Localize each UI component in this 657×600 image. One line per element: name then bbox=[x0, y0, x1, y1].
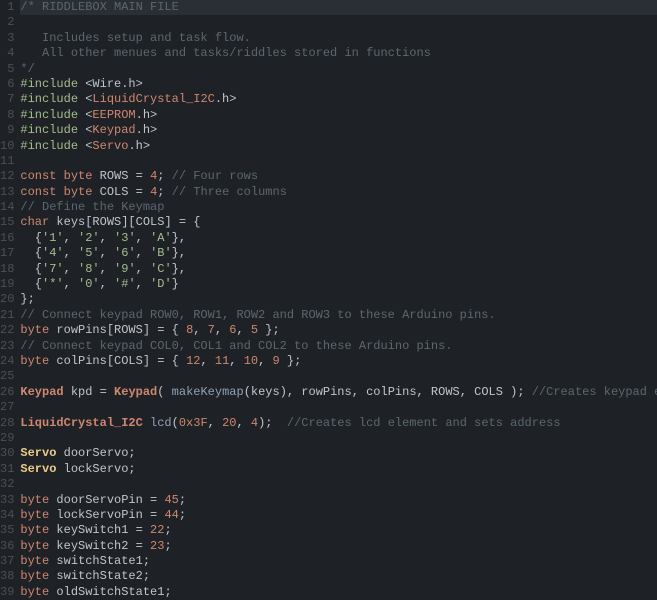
line-number: 12 bbox=[0, 169, 14, 184]
line-number: 16 bbox=[0, 231, 14, 246]
code-line[interactable]: #include <LiquidCrystal_I2C.h> bbox=[20, 92, 657, 107]
code-line[interactable] bbox=[20, 477, 657, 492]
line-number: 28 bbox=[0, 416, 14, 431]
line-number: 39 bbox=[0, 585, 14, 600]
line-number: 29 bbox=[0, 431, 14, 446]
code-line[interactable]: #include <Keypad.h> bbox=[20, 123, 657, 138]
code-line[interactable]: #include <Wire.h> bbox=[20, 77, 657, 92]
code-line[interactable] bbox=[20, 15, 657, 30]
line-number: 24 bbox=[0, 354, 14, 369]
code-line[interactable]: Servo lockServo; bbox=[20, 462, 657, 477]
code-line[interactable]: byte switchState2; bbox=[20, 569, 657, 584]
code-line[interactable]: Servo doorServo; bbox=[20, 446, 657, 461]
line-number: 23 bbox=[0, 339, 14, 354]
code-line[interactable]: {'7', '8', '9', 'C'}, bbox=[20, 262, 657, 277]
line-number: 9 bbox=[0, 123, 14, 138]
code-line[interactable]: const byte COLS = 4; // Three columns bbox=[20, 185, 657, 200]
code-line[interactable] bbox=[20, 154, 657, 169]
code-line[interactable]: Includes setup and task flow. bbox=[20, 31, 657, 46]
code-line[interactable]: byte oldSwitchState1; bbox=[20, 585, 657, 600]
line-number: 30 bbox=[0, 446, 14, 461]
code-line[interactable]: {'*', '0', '#', 'D'} bbox=[20, 277, 657, 292]
code-line[interactable]: byte keySwitch1 = 22; bbox=[20, 523, 657, 538]
line-number: 6 bbox=[0, 77, 14, 92]
code-line[interactable]: byte doorServoPin = 45; bbox=[20, 493, 657, 508]
line-number: 17 bbox=[0, 246, 14, 261]
line-number-gutter: 1234567891011121314151617181920212223242… bbox=[0, 0, 18, 600]
line-number: 36 bbox=[0, 539, 14, 554]
code-line[interactable] bbox=[20, 400, 657, 415]
code-line[interactable]: byte rowPins[ROWS] = { 8, 7, 6, 5 }; bbox=[20, 323, 657, 338]
line-number: 22 bbox=[0, 323, 14, 338]
line-number: 33 bbox=[0, 493, 14, 508]
code-line[interactable]: Keypad kpd = Keypad( makeKeymap(keys), r… bbox=[20, 385, 657, 400]
code-line[interactable]: /* RIDDLEBOX MAIN FILE bbox=[20, 0, 657, 15]
line-number: 25 bbox=[0, 369, 14, 384]
line-number: 7 bbox=[0, 92, 14, 107]
line-number: 27 bbox=[0, 400, 14, 415]
code-line[interactable]: All other menues and tasks/riddles store… bbox=[20, 46, 657, 61]
line-number: 26 bbox=[0, 385, 14, 400]
code-line[interactable]: {'1', '2', '3', 'A'}, bbox=[20, 231, 657, 246]
line-number: 10 bbox=[0, 139, 14, 154]
line-number: 34 bbox=[0, 508, 14, 523]
code-line[interactable]: #include <Servo.h> bbox=[20, 139, 657, 154]
line-number: 14 bbox=[0, 200, 14, 215]
line-number: 19 bbox=[0, 277, 14, 292]
code-line[interactable]: // Connect keypad ROW0, ROW1, ROW2 and R… bbox=[20, 308, 657, 323]
code-line[interactable] bbox=[20, 369, 657, 384]
line-number: 31 bbox=[0, 462, 14, 477]
code-line[interactable]: byte colPins[COLS] = { 12, 11, 10, 9 }; bbox=[20, 354, 657, 369]
code-line[interactable]: }; bbox=[20, 292, 657, 307]
code-line[interactable]: #include <EEPROM.h> bbox=[20, 108, 657, 123]
line-number: 37 bbox=[0, 554, 14, 569]
line-number: 13 bbox=[0, 185, 14, 200]
line-number: 35 bbox=[0, 523, 14, 538]
code-line[interactable]: */ bbox=[20, 62, 657, 77]
code-area[interactable]: /* RIDDLEBOX MAIN FILE Includes setup an… bbox=[18, 0, 657, 600]
code-line[interactable]: {'4', '5', '6', 'B'}, bbox=[20, 246, 657, 261]
line-number: 1 bbox=[0, 0, 14, 15]
code-line[interactable]: byte keySwitch2 = 23; bbox=[20, 539, 657, 554]
code-editor[interactable]: 1234567891011121314151617181920212223242… bbox=[0, 0, 657, 600]
code-line[interactable]: LiquidCrystal_I2C lcd(0x3F, 20, 4); //Cr… bbox=[20, 416, 657, 431]
code-line[interactable]: char keys[ROWS][COLS] = { bbox=[20, 215, 657, 230]
code-line[interactable]: byte switchState1; bbox=[20, 554, 657, 569]
line-number: 18 bbox=[0, 262, 14, 277]
line-number: 8 bbox=[0, 108, 14, 123]
code-line[interactable]: byte lockServoPin = 44; bbox=[20, 508, 657, 523]
line-number: 38 bbox=[0, 569, 14, 584]
line-number: 32 bbox=[0, 477, 14, 492]
code-line[interactable] bbox=[20, 431, 657, 446]
line-number: 2 bbox=[0, 15, 14, 30]
code-line[interactable]: // Define the Keymap bbox=[20, 200, 657, 215]
line-number: 20 bbox=[0, 292, 14, 307]
line-number: 21 bbox=[0, 308, 14, 323]
line-number: 11 bbox=[0, 154, 14, 169]
code-line[interactable]: // Connect keypad COL0, COL1 and COL2 to… bbox=[20, 339, 657, 354]
line-number: 5 bbox=[0, 62, 14, 77]
line-number: 15 bbox=[0, 215, 14, 230]
line-number: 3 bbox=[0, 31, 14, 46]
line-number: 4 bbox=[0, 46, 14, 61]
code-line[interactable]: const byte ROWS = 4; // Four rows bbox=[20, 169, 657, 184]
